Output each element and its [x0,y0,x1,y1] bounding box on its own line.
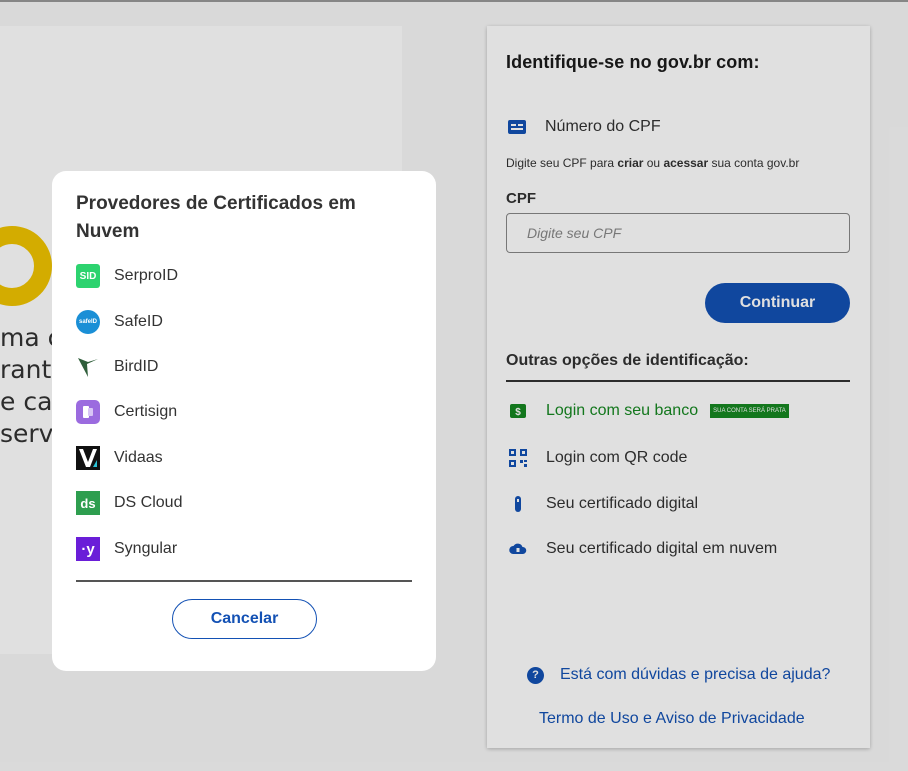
vidaas-logo [76,446,100,470]
provider-label: SerproID [114,267,179,284]
syngular-logo: ·y [76,537,100,561]
cancel-button[interactable]: Cancelar [172,599,317,639]
modal-divider [76,580,412,582]
provider-dscloud[interactable]: ds DS Cloud [76,491,182,515]
cloud-providers-modal: Provedores de Certificados em Nuvem SID … [52,171,436,671]
dscloud-logo: ds [76,491,100,515]
provider-label: Vidaas [114,449,163,466]
provider-certisign[interactable]: Certisign [76,400,177,424]
provider-serproid[interactable]: SID SerproID [76,264,178,288]
provider-vidaas[interactable]: Vidaas [76,446,163,470]
serproid-logo: SID [76,264,100,288]
provider-safeid[interactable]: safeID SafeID [76,310,163,334]
certisign-logo [76,400,100,424]
provider-syngular[interactable]: ·y Syngular [76,537,177,561]
provider-birdid[interactable]: BirdID [76,355,158,379]
provider-label: DS Cloud [114,494,183,511]
provider-label: SafeID [114,313,163,330]
provider-label: Syngular [114,540,178,557]
modal-title: Provedores de Certificados em Nuvem [76,193,356,242]
provider-label: BirdID [114,358,159,375]
safeid-logo: safeID [76,310,100,334]
provider-label: Certisign [114,403,178,420]
birdid-logo [76,355,100,379]
